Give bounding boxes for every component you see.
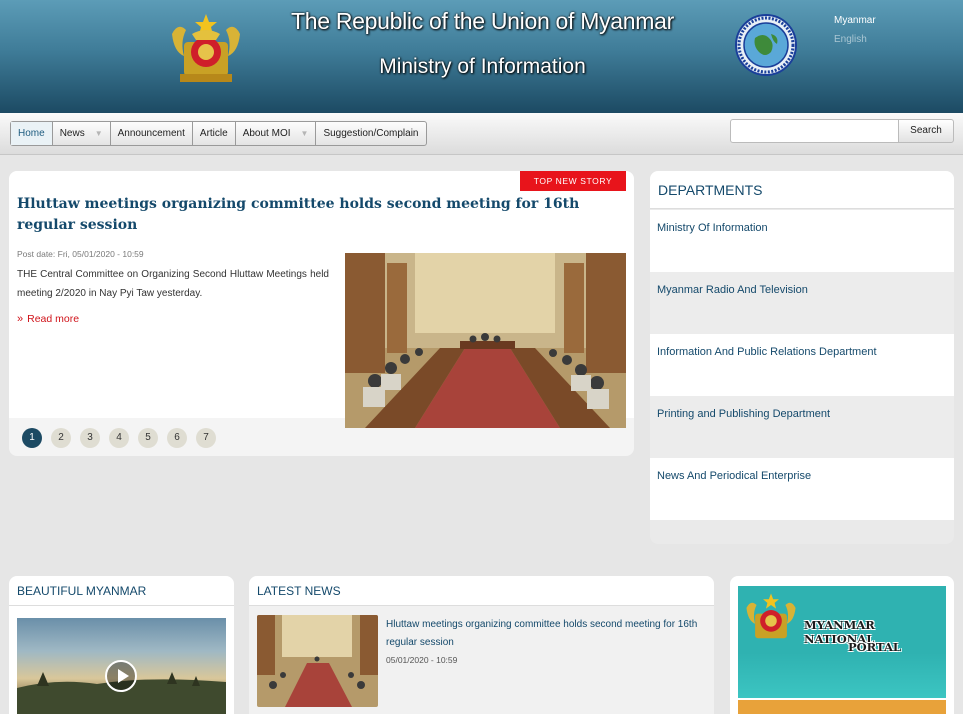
site-title: The Republic of the Union of Myanmar <box>291 8 674 34</box>
dept-item[interactable]: News And Periodical Enterprise <box>650 458 954 520</box>
page-5-button[interactable]: 5 <box>138 428 158 448</box>
page-6-button[interactable]: 6 <box>167 428 187 448</box>
story-pager: 1 2 3 4 5 6 7 <box>22 428 216 448</box>
top-story-badge: TOP NEW STORY <box>520 171 626 191</box>
page-1-button[interactable]: 1 <box>22 428 42 448</box>
latest-news-header: LATEST NEWS <box>249 576 714 606</box>
read-more-link[interactable]: » Read more <box>17 313 79 325</box>
state-emblem-icon <box>172 14 240 82</box>
nav-suggestion-label: Suggestion/Complain <box>323 128 419 139</box>
language-english-link[interactable]: English <box>834 34 867 45</box>
portal-label-line2: PORTAL <box>848 640 901 654</box>
latest-news-item-title[interactable]: Hluttaw meetings organizing committee ho… <box>386 616 706 652</box>
departments-header: DEPARTMENTS <box>650 171 954 209</box>
state-emblem-icon <box>746 593 796 639</box>
portal-strip <box>738 700 946 714</box>
nav-about-label: About MOI <box>242 128 291 139</box>
story-summary: THE Central Committee on Organizing Seco… <box>17 269 329 299</box>
double-chevron-right-icon: » <box>17 313 24 325</box>
page-3-button[interactable]: 3 <box>80 428 100 448</box>
nav-news-label: News <box>59 128 85 139</box>
main-menu: Home News ▼ Announcement Article About MO… <box>10 121 427 146</box>
page-7-button[interactable]: 7 <box>196 428 216 448</box>
latest-news-panel: LATEST NEWS Hluttaw meetings organizing … <box>249 576 714 714</box>
latest-news-title: LATEST NEWS <box>257 584 341 598</box>
nav-news[interactable]: News ▼ <box>53 122 111 145</box>
latest-news-item-date: 05/01/2020 - 10:59 <box>386 655 458 665</box>
top-story-panel: TOP NEW STORY Hluttaw meetings organizin… <box>9 171 634 456</box>
top-story-title[interactable]: Hluttaw meetings organizing committee ho… <box>17 194 617 236</box>
dept-item[interactable]: Information And Public Relations Departm… <box>650 334 954 396</box>
nav-suggestion[interactable]: Suggestion/Complain <box>316 122 425 145</box>
language-myanmar-link[interactable]: Myanmar <box>834 15 876 26</box>
nav-about-moi[interactable]: About MOI ▼ <box>236 122 317 145</box>
video-thumbnail[interactable] <box>17 618 226 714</box>
page-4-button[interactable]: 4 <box>109 428 129 448</box>
main-navbar: Home News ▼ Announcement Article About MO… <box>0 113 963 155</box>
site-subtitle: Ministry of Information <box>379 55 586 78</box>
story-photo[interactable] <box>345 253 626 428</box>
nav-article-label: Article <box>199 128 228 139</box>
nav-article[interactable]: Article <box>193 122 236 145</box>
dept-item[interactable]: Ministry Of Information <box>650 210 954 272</box>
national-portal-banner[interactable]: MYANMAR NATIONAL PORTAL <box>738 586 946 698</box>
beautiful-myanmar-header: BEAUTIFUL MYANMAR <box>9 576 234 606</box>
play-icon[interactable] <box>105 660 137 692</box>
departments-panel: DEPARTMENTS Ministry Of Information Myan… <box>650 171 954 544</box>
nav-home[interactable]: Home <box>11 122 53 145</box>
nav-home-label: Home <box>18 128 45 139</box>
chevron-down-icon: ▼ <box>300 129 309 138</box>
dept-item[interactable]: Printing and Publishing Department <box>650 396 954 458</box>
national-portal-panel: MYANMAR NATIONAL PORTAL <box>730 576 954 714</box>
moi-seal-icon <box>735 14 797 76</box>
beautiful-myanmar-panel: BEAUTIFUL MYANMAR <box>9 576 234 714</box>
nav-announcement-label: Announcement <box>117 128 185 139</box>
read-more-label: Read more <box>27 313 80 325</box>
search-input[interactable] <box>730 119 900 143</box>
nav-announcement[interactable]: Announcement <box>111 122 193 145</box>
post-date: Post date: Fri, 05/01/2020 - 10:59 <box>17 249 144 259</box>
beautiful-myanmar-title: BEAUTIFUL MYANMAR <box>17 584 147 598</box>
page-2-button[interactable]: 2 <box>51 428 71 448</box>
latest-news-thumbnail[interactable] <box>257 615 378 707</box>
departments-title: DEPARTMENTS <box>658 182 763 198</box>
chevron-down-icon: ▼ <box>94 129 103 138</box>
site-header: The Republic of the Union of Myanmar Min… <box>0 0 963 113</box>
dept-item[interactable]: Myanmar Radio And Television <box>650 272 954 334</box>
search-button[interactable]: Search <box>898 119 954 143</box>
